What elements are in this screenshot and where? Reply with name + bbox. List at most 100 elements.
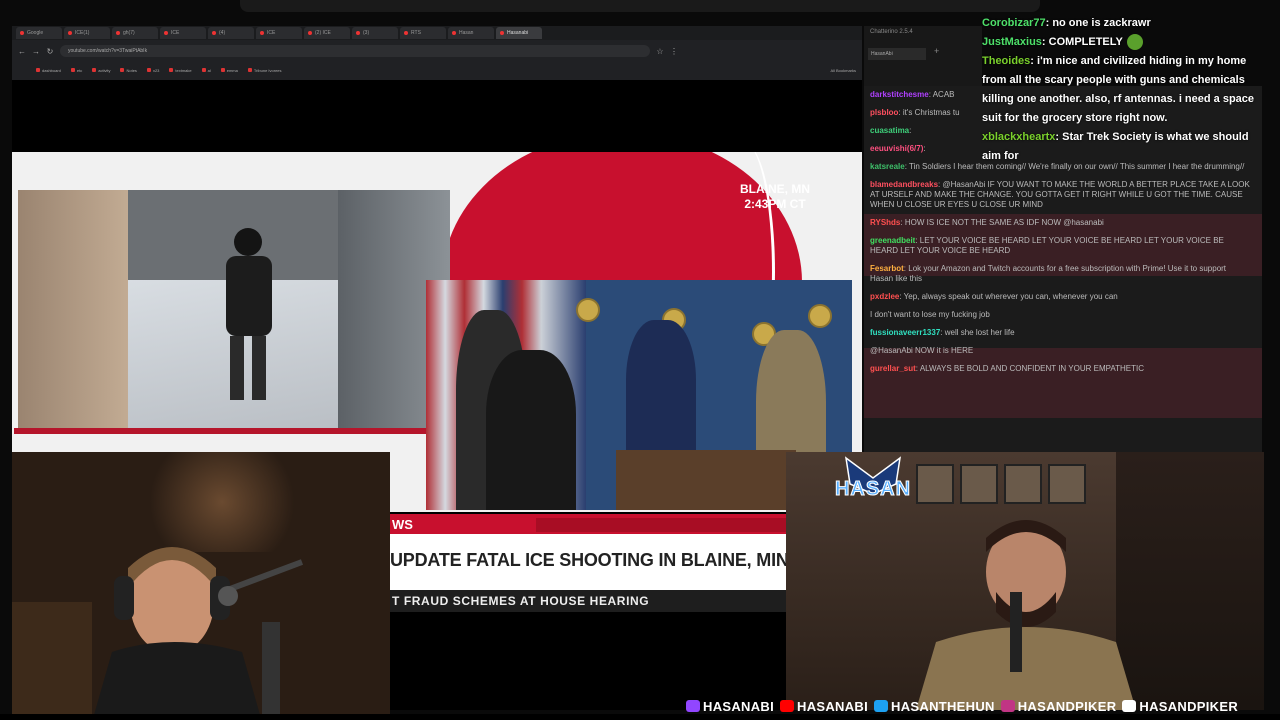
webcam-left [12, 452, 390, 716]
address-row: ← → ↻ youtube.com/watch?v=3TwaiPtAbIk ☆ … [12, 42, 862, 60]
tab-label: (3) [363, 30, 370, 36]
all-bookmarks[interactable]: All Bookmarks [830, 68, 856, 73]
overlay-chat-message: Theoides: i'm nice and civilized hiding … [982, 55, 1255, 124]
streamer-figure [93, 547, 304, 716]
browser-tab[interactable]: (4) [208, 27, 254, 39]
chat-message[interactable]: pxdzlee: Yep, always speak out wherever … [870, 292, 1250, 302]
bookmark-icon [70, 68, 75, 72]
bookmark-label: al [207, 67, 211, 73]
overlay-chat-message: JustMaxius: COMPLETELY [982, 33, 1266, 52]
bookmark-item[interactable]: Notes [120, 67, 137, 73]
reload-icon[interactable]: ↻ [46, 47, 54, 56]
browser-tab[interactable]: ICE [160, 27, 206, 39]
chyron-tag: WS [390, 516, 442, 534]
tab-strip: Google ICE(1) gh(7) ICE (4) ICE (2) ICE (3) RTS H… [12, 26, 862, 40]
twitter-icon [874, 700, 889, 712]
bookmark-label: etc [76, 67, 83, 73]
logo-text: HASAN [834, 478, 912, 501]
chat-message[interactable]: greenadbeit: LET YOUR VOICE BE HEARD LET… [870, 236, 1250, 256]
overlay-chat-text: COMPLETELY [1048, 36, 1123, 48]
chat-message[interactable]: RYShds: HOW IS ICE NOT THE SAME AS IDF N… [870, 218, 1250, 228]
chat-username[interactable]: greenadbeit [870, 236, 915, 245]
browser-tab[interactable]: (2) ICE [304, 27, 350, 39]
chat-username[interactable]: katsreale [870, 162, 905, 171]
clip-red-border [14, 428, 454, 434]
chyron-subline: T FRAUD SCHEMES AT HOUSE HEARING [390, 590, 786, 612]
chatterino-tab[interactable]: HasanAbi [868, 48, 926, 60]
chat-message[interactable]: Fesarbot: Lok your Amazon and Twitch acc… [870, 264, 1250, 284]
browser-tab[interactable]: RTS [400, 27, 446, 39]
chat-text: Lok your Amazon and Twitch accounts for … [870, 264, 1227, 283]
bookmark-item[interactable]: dashboard [36, 68, 61, 73]
social-handle: HASANDPIKER [1000, 698, 1117, 714]
forward-icon[interactable]: → [32, 47, 40, 56]
poster-frame [1048, 464, 1086, 504]
browser-tab[interactable]: (3) [352, 27, 398, 39]
highlight-row [864, 348, 1262, 418]
chat-username[interactable]: fussionaveerr1337 [870, 328, 940, 337]
bookmark-item[interactable]: al [201, 67, 211, 73]
tab-label: Hasanabi [507, 30, 529, 36]
chat-message[interactable]: @HasanAbi NOW it is HERE [870, 346, 1250, 356]
social-handle-text: HASANDPIKER [1017, 698, 1117, 714]
chat-username[interactable]: darkstitchesme [870, 90, 929, 99]
bookmark-icon [220, 68, 225, 72]
seal-icon [576, 298, 600, 322]
bookmark-item[interactable]: activity [92, 68, 110, 73]
fence-image [18, 190, 128, 428]
chat-text: Yep, always speak out wherever you can, … [903, 292, 1118, 301]
favicon-icon [500, 31, 504, 35]
browser-tab[interactable]: ICE [256, 27, 302, 39]
bookmark-item[interactable]: Tribune Ivorees [247, 68, 282, 73]
chat-text: HOW IS ICE NOT THE SAME AS IDF NOW @hasa… [904, 218, 1104, 227]
add-tab-icon[interactable]: + [934, 46, 939, 56]
chat-text: I don't want to lose my fucking job [870, 310, 990, 319]
governor-figure [626, 320, 696, 470]
bookmark-label: textmake [175, 67, 192, 73]
chat-message[interactable]: fussionaveerr1337: well she lost her lif… [870, 328, 1250, 338]
bookmark-icon [146, 68, 151, 72]
social-handle: HASANABI [780, 699, 868, 714]
chat-username[interactable]: blamedandbreaks [870, 180, 938, 189]
overlay-chat-username: Theoides [982, 55, 1031, 67]
shelf [12, 602, 92, 716]
chyron-stripe [536, 518, 786, 532]
star-icon[interactable]: ☆ [656, 47, 664, 56]
tab-label: (4) [219, 30, 226, 36]
back-icon[interactable]: ← [18, 47, 26, 56]
chat-username[interactable]: eeuuvishi(6/7) [870, 144, 923, 153]
overlay-chat-message: Corobizar77: no one is zackrawr [982, 17, 1151, 29]
url-bar[interactable]: youtube.com/watch?v=3TwaiPtAbIk [60, 45, 650, 57]
browser-tab[interactable]: Hasanabi [496, 27, 542, 39]
tab-label: ICE [171, 30, 180, 36]
chat-username[interactable]: pxdzlee [870, 292, 899, 301]
chat-username[interactable]: plsbloo [870, 108, 898, 117]
extensions-icon[interactable]: ⋮ [670, 47, 678, 56]
chat-username[interactable]: Fesarbot [870, 264, 904, 273]
chat-message[interactable]: I don't want to lose my fucking job [870, 310, 1250, 320]
chat-message[interactable]: blamedandbreaks: @HasanAbi IF YOU WANT T… [870, 180, 1250, 210]
chat-username[interactable]: cuasatima [870, 126, 909, 135]
browser-tab[interactable]: Google [16, 27, 62, 39]
browser-tab[interactable]: Hasan [448, 27, 494, 39]
browser-tab[interactable]: gh(7) [112, 27, 158, 39]
tab-label: Hasan [459, 30, 474, 36]
bookmark-icon [36, 68, 40, 72]
bookmark-item[interactable]: x23 [146, 68, 159, 73]
bookmark-label: Notes [126, 67, 137, 73]
bookmark-item[interactable]: textmake [169, 67, 192, 73]
bookmark-item[interactable]: etc [70, 67, 83, 73]
bookmarks-bar: dashboard etc activity Notes x23 textmake al em… [12, 64, 862, 76]
time-label: 2:43PM CT [744, 197, 806, 211]
chat-username[interactable]: gurellar_sut [870, 364, 916, 373]
overlay-chat-message: xblackxheartx: Star Trek Society is what… [982, 131, 1249, 162]
bookmark-item[interactable]: emma [220, 68, 238, 73]
chat-username[interactable]: RYShds [870, 218, 900, 227]
tab-label: Google [27, 30, 44, 36]
social-handle: HASANDPIKER [1122, 699, 1238, 714]
favicon-icon [116, 31, 120, 35]
favicon-icon [452, 31, 456, 35]
chat-message[interactable]: gurellar_sut: ALWAYS BE BOLD AND CONFIDE… [870, 364, 1250, 374]
twitch-icon [686, 700, 700, 712]
browser-tab[interactable]: ICE(1) [64, 27, 110, 39]
